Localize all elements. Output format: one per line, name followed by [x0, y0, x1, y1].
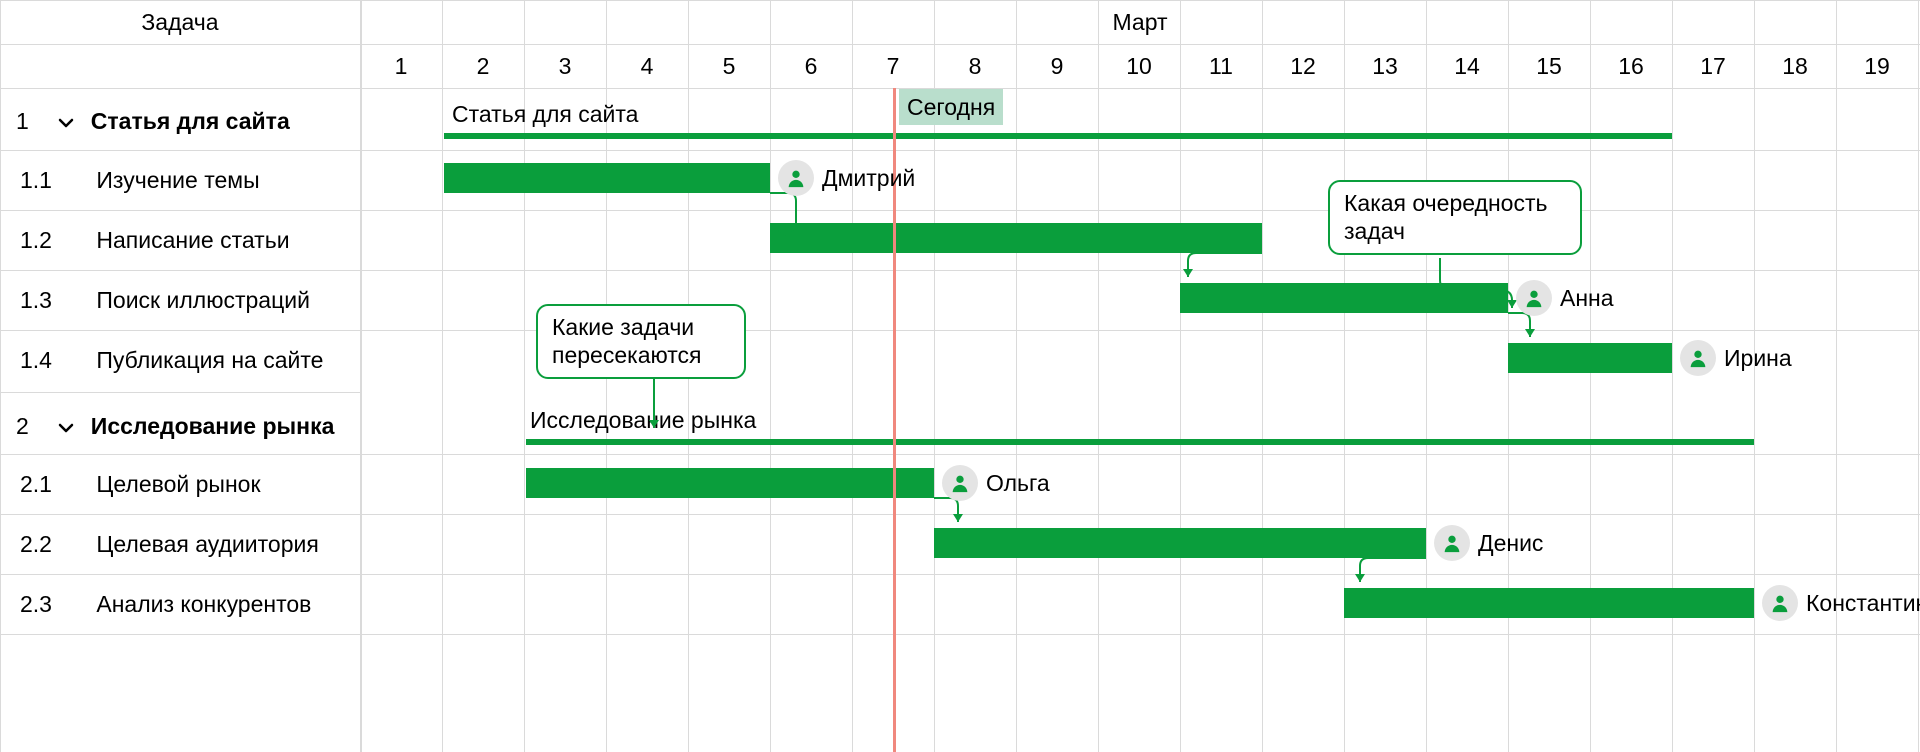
- callout-order: Какая очередность задач: [1328, 180, 1582, 255]
- assignee-dmitry: Дмитрий: [822, 160, 915, 196]
- avatar-dmitry[interactable]: [778, 160, 814, 196]
- assignee-anna: Анна: [1560, 280, 1614, 316]
- avatar-konstantin[interactable]: [1762, 585, 1798, 621]
- avatar-denis[interactable]: [1434, 525, 1470, 561]
- assignee-denis: Денис: [1478, 525, 1543, 561]
- today-chip: Сегодня: [899, 89, 1003, 125]
- avatar-olga[interactable]: [942, 465, 978, 501]
- assignee-irina: Ирина: [1724, 340, 1792, 376]
- callout-overlap: Какие задачи пересекаются: [536, 304, 746, 379]
- avatar-irina[interactable]: [1680, 340, 1716, 376]
- avatar-anna[interactable]: [1516, 280, 1552, 316]
- assignee-konstantin: Константин: [1806, 585, 1920, 621]
- assignee-olga: Ольга: [986, 465, 1050, 501]
